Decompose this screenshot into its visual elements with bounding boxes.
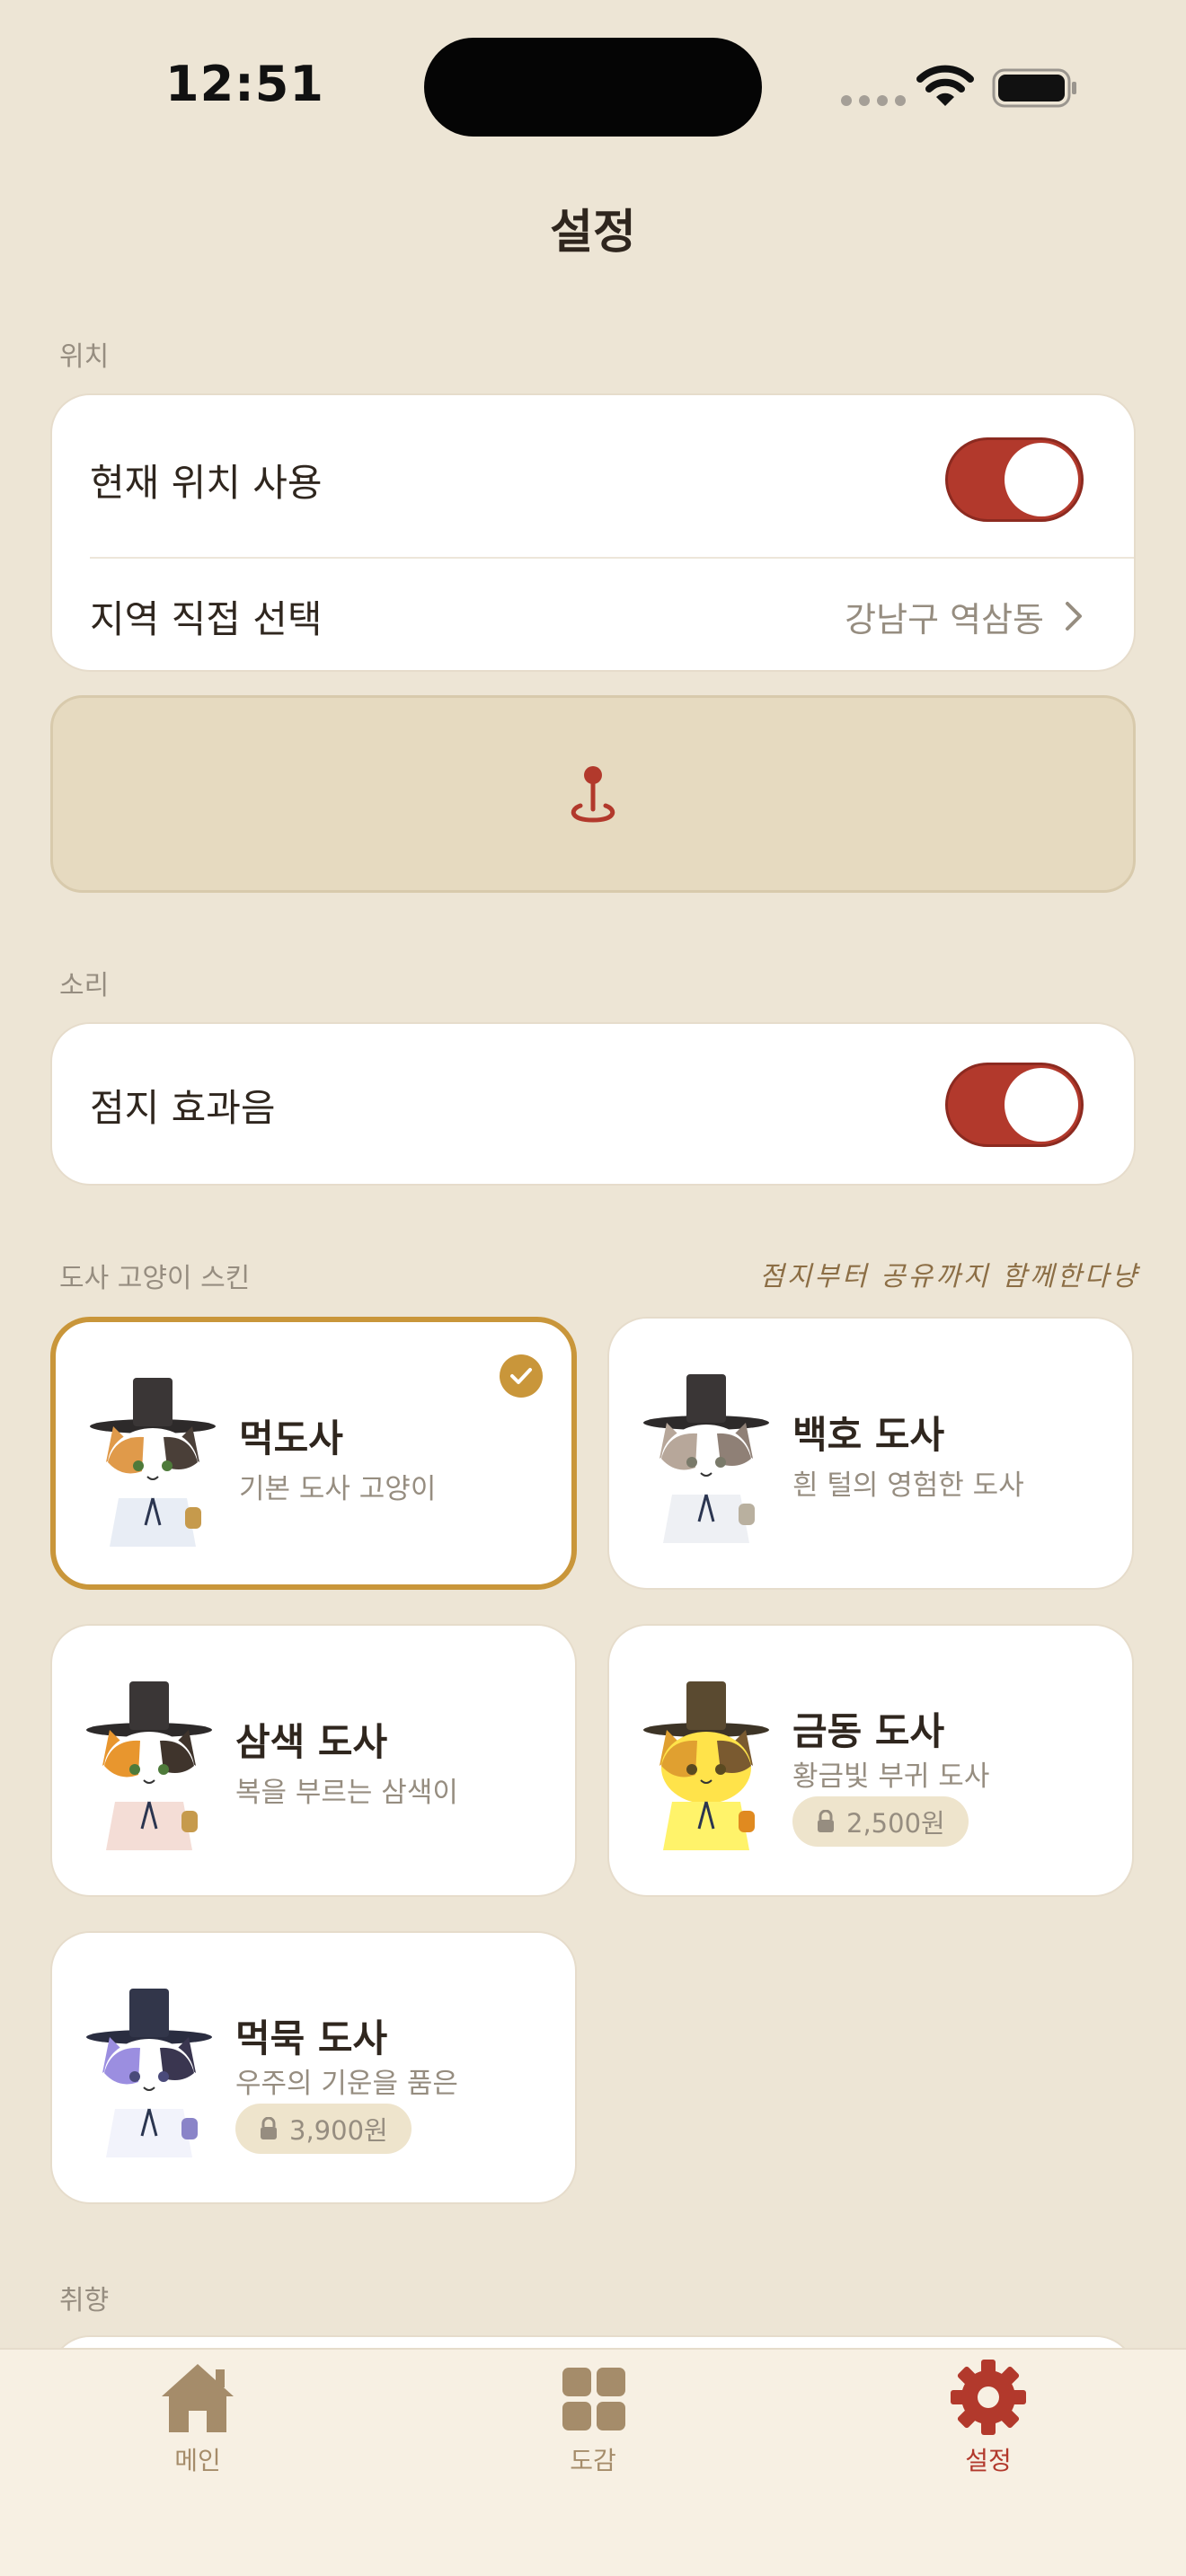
skin-desc: 기본 도사 고양이 <box>239 1473 437 1505</box>
region-value: 강남구 역삼동 <box>845 599 1044 640</box>
skin-name: 삼색 도사 <box>235 1720 388 1764</box>
skin-name: 백호 도사 <box>792 1413 945 1457</box>
skin-name: 먹묵 도사 <box>235 2016 388 2060</box>
region-select-row[interactable]: 지역 직접 선택 강남구 역삼동 <box>90 571 1084 661</box>
preference-section-label: 취향 <box>59 2285 110 2316</box>
tab-collection[interactable]: 도감 <box>485 2359 701 2477</box>
skins-section-label: 도사 고양이 스킨 <box>59 1263 251 1294</box>
grid-icon <box>562 2368 625 2430</box>
cat-mascot-golden-icon <box>643 1681 769 1850</box>
skin-desc: 흰 털의 영험한 도사 <box>792 1469 1024 1502</box>
lock-icon <box>818 1810 834 1832</box>
location-card: 현재 위치 사용 지역 직접 선택 강남구 역삼동 <box>50 393 1136 672</box>
row-divider <box>90 557 1134 559</box>
skin-name: 금동 도사 <box>792 1709 945 1753</box>
chevron-right-icon <box>1066 602 1082 631</box>
tab-label: 메인 <box>174 2446 221 2475</box>
location-map-preview[interactable] <box>50 695 1136 893</box>
sound-effect-row: 점지 효과음 <box>90 1060 1084 1150</box>
tab-label: 설정 <box>965 2446 1012 2475</box>
skin-desc: 황금빛 부귀 도사 <box>792 1760 990 1793</box>
cat-mascot-purple-icon <box>86 1989 212 2157</box>
skin-desc: 복을 부르는 삼색이 <box>235 1777 458 1809</box>
use-current-location-row: 현재 위치 사용 <box>90 435 1084 525</box>
cat-mascot-tricolor-icon <box>86 1681 212 1850</box>
skins-tagline: 점지부터 공유까지 함께한다냥 <box>759 1261 1139 1292</box>
skin-name: 먹도사 <box>239 1416 343 1460</box>
lock-icon <box>261 2117 277 2139</box>
home-icon <box>162 2364 234 2432</box>
sound-effect-label: 점지 효과음 <box>90 1085 276 1130</box>
use-current-location-toggle[interactable] <box>945 437 1084 522</box>
selected-check-icon <box>500 1354 543 1398</box>
skin-card-baekho[interactable]: 백호 도사 흰 털의 영험한 도사 <box>607 1317 1134 1590</box>
skin-desc: 우주의 기운을 품은 <box>235 2068 458 2100</box>
battery-icon <box>992 68 1076 108</box>
sound-effect-toggle[interactable] <box>945 1063 1084 1147</box>
sound-card: 점지 효과음 <box>50 1022 1136 1186</box>
location-pin-icon <box>571 766 615 823</box>
use-current-location-label: 현재 위치 사용 <box>90 460 323 505</box>
skin-card-meokdosa[interactable]: 먹도사 기본 도사 고양이 <box>50 1317 577 1590</box>
tab-label: 도감 <box>570 2446 616 2475</box>
dynamic-island <box>424 38 762 137</box>
skin-card-geumdong[interactable]: 금동 도사 황금빛 부귀 도사 2,500원 <box>607 1624 1134 1897</box>
cellular-signal-icon <box>841 95 906 106</box>
skin-card-meokmuk[interactable]: 먹묵 도사 우주의 기운을 품은 3,900원 <box>50 1931 577 2204</box>
tab-bar: 메인 도감 설정 <box>0 2348 1186 2576</box>
cat-mascot-calico-icon <box>90 1378 216 1547</box>
region-value-group: 강남구 역삼동 <box>845 592 1084 641</box>
tab-main[interactable]: 메인 <box>90 2359 305 2477</box>
region-select-label: 지역 직접 선택 <box>90 596 323 641</box>
cat-mascot-white-icon <box>643 1374 769 1543</box>
status-time: 12:51 <box>165 56 324 112</box>
price-badge: 2,500원 <box>792 1796 969 1847</box>
location-section-label: 위치 <box>59 341 110 373</box>
skin-card-samsaek[interactable]: 삼색 도사 복을 부르는 삼색이 <box>50 1624 577 1897</box>
tab-settings[interactable]: 설정 <box>881 2359 1096 2477</box>
gear-icon <box>951 2360 1026 2435</box>
page-title: 설정 <box>550 206 636 260</box>
sound-section-label: 소리 <box>59 970 110 1001</box>
price-badge: 3,900원 <box>235 2104 412 2154</box>
status-bar: 12:51 <box>0 0 1186 171</box>
wifi-icon <box>916 65 974 106</box>
price-text: 2,500원 <box>846 1808 945 1839</box>
price-text: 3,900원 <box>289 2115 388 2146</box>
